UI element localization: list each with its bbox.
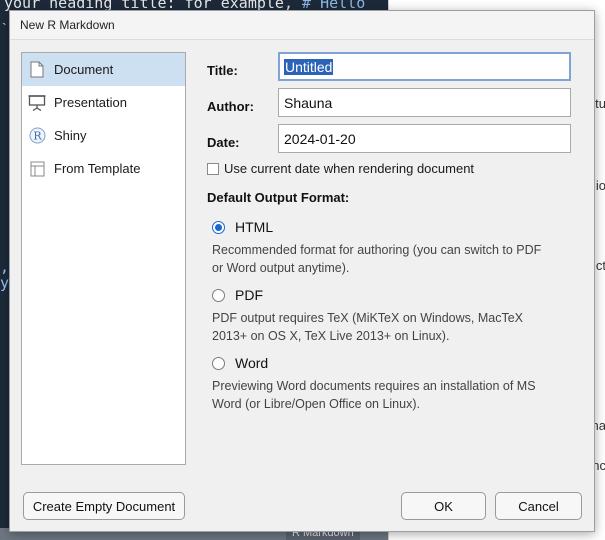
html-radio[interactable]: [212, 220, 225, 234]
description-line: PDF output requires TeX (MiKTeX on Windo…: [212, 311, 524, 325]
output-option-html[interactable]: HTML: [212, 219, 273, 235]
template-type-list: Document Presentation R Shiny From Templ…: [21, 52, 186, 465]
author-label: Author:: [207, 99, 254, 114]
description-line: or Word output anytime).: [212, 261, 350, 275]
date-input-value: 2024-01-20: [284, 130, 356, 147]
template-icon: [28, 160, 46, 178]
list-item-presentation[interactable]: Presentation: [22, 86, 185, 119]
bg-text-fragment: tu: [595, 96, 605, 111]
date-label: Date:: [207, 135, 240, 150]
cancel-button[interactable]: Cancel: [495, 492, 582, 520]
list-item-shiny[interactable]: R Shiny: [22, 119, 185, 152]
html-description: Recommended format for authoring (you ca…: [212, 241, 572, 277]
dialog-titlebar[interactable]: New R Markdown: [10, 11, 594, 40]
svg-text:R: R: [33, 130, 42, 143]
description-line: Recommended format for authoring (you ca…: [212, 243, 542, 257]
output-option-pdf[interactable]: PDF: [212, 287, 263, 303]
date-input[interactable]: 2024-01-20: [278, 124, 571, 153]
output-option-word[interactable]: Word: [212, 355, 268, 371]
document-icon: [28, 61, 46, 79]
title-input-value: Untitled: [284, 58, 334, 75]
description-line: Word (or Libre/Open Office on Linux).: [212, 397, 420, 411]
create-empty-document-button[interactable]: Create Empty Document: [23, 492, 185, 520]
pdf-radio-label: PDF: [235, 287, 263, 303]
presentation-icon: [28, 94, 46, 112]
word-radio-label: Word: [235, 355, 269, 371]
html-radio-label: HTML: [235, 219, 274, 235]
list-item-label: Document: [54, 62, 114, 77]
title-input[interactable]: Untitled: [278, 52, 571, 81]
dialog-title: New R Markdown: [20, 18, 115, 32]
pdf-description: PDF output requires TeX (MiKTeX on Windo…: [212, 309, 572, 345]
list-item-label: Presentation: [54, 95, 127, 110]
list-item-label: From Template: [54, 161, 141, 176]
bg-text-fragment: ct: [595, 258, 605, 273]
code-fragment: y: [0, 274, 10, 292]
shiny-icon: R: [28, 127, 46, 145]
use-current-date-row[interactable]: Use current date when rendering document: [207, 161, 474, 176]
pdf-radio[interactable]: [212, 288, 225, 302]
description-line: 2013+ on OS X, TeX Live 2013+ on Linux).: [212, 329, 450, 343]
list-item-from-template[interactable]: From Template: [22, 152, 185, 185]
word-description: Previewing Word documents requires an in…: [212, 377, 572, 413]
word-radio[interactable]: [212, 356, 225, 370]
new-r-markdown-dialog: New R Markdown Document Presentation R S…: [9, 10, 595, 532]
author-input[interactable]: Shauna: [278, 88, 571, 117]
list-item-document[interactable]: Document: [22, 53, 185, 86]
line-arrow-icon: `: [2, 20, 7, 36]
list-item-label: Shiny: [54, 128, 87, 143]
use-current-date-label: Use current date when rendering document: [224, 161, 475, 176]
output-format-heading: Default Output Format:: [207, 190, 350, 205]
ok-button[interactable]: OK: [401, 492, 486, 520]
use-current-date-checkbox[interactable]: [207, 162, 219, 175]
description-line: Previewing Word documents requires an in…: [212, 379, 536, 393]
author-input-value: Shauna: [284, 94, 333, 111]
bg-text-fragment: io: [595, 178, 605, 193]
title-label: Title:: [207, 63, 238, 78]
